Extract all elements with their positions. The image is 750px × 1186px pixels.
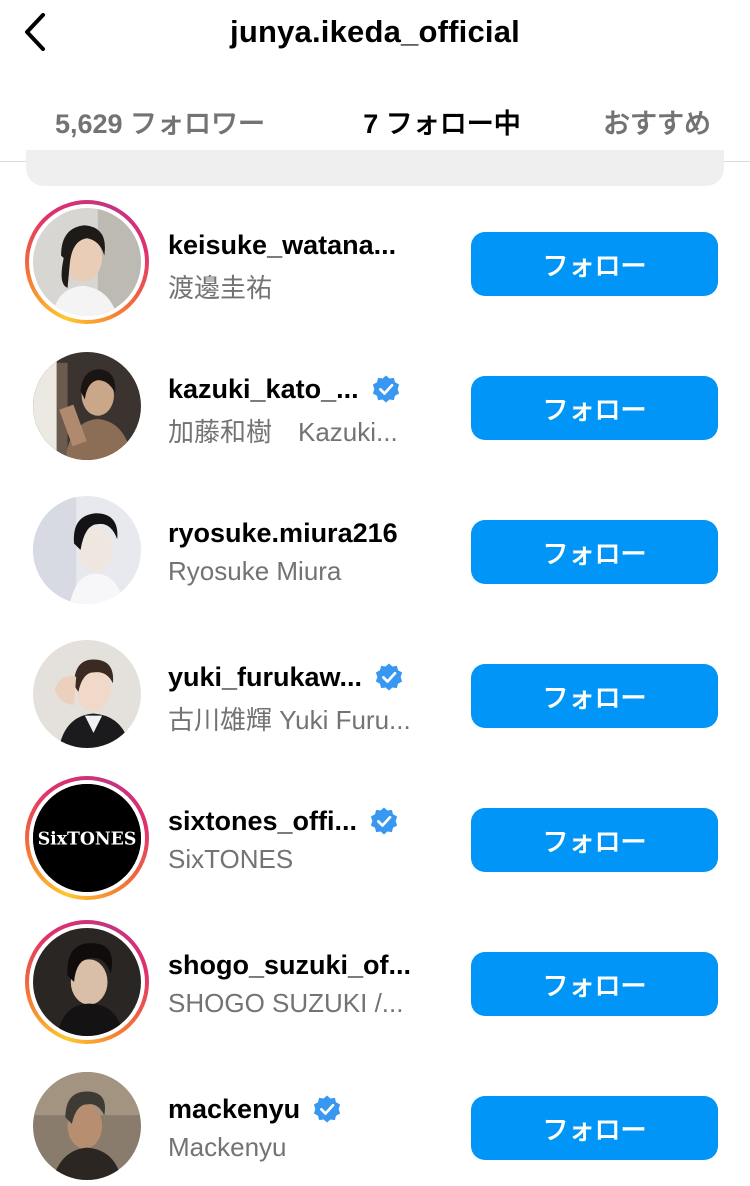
story-ring[interactable] <box>25 920 149 1044</box>
full-name: SHOGO SUZUKI /... <box>168 988 404 1018</box>
verified-badge-icon <box>375 663 403 691</box>
list-item: yuki_furukaw... 古川雄輝 Yuki Furu... フォロー <box>0 624 750 768</box>
following-list: keisuke_watana... 渡邊圭祐 フォロー kazuki_kato_… <box>0 192 750 1186</box>
list-item: mackenyu Mackenyu フォロー <box>0 1056 750 1186</box>
follow-button[interactable]: フォロー <box>471 808 718 872</box>
follow-button[interactable]: フォロー <box>471 520 718 584</box>
page-title: junya.ikeda_official <box>230 14 520 49</box>
username: shogo_suzuki_of... <box>168 949 412 980</box>
avatar: SixTONES <box>33 784 141 892</box>
full-name: 加藤和樹 Kazuki... <box>168 417 398 447</box>
verified-badge-icon <box>370 807 398 835</box>
avatar-container[interactable] <box>25 488 149 612</box>
follow-button[interactable]: フォロー <box>471 376 718 440</box>
full-name: Ryosuke Miura <box>168 556 342 586</box>
user-info[interactable]: yuki_furukaw... 古川雄輝 Yuki Furu... <box>168 660 458 737</box>
search-bar[interactable] <box>26 150 724 186</box>
user-info[interactable]: kazuki_kato_... 加藤和樹 Kazuki... <box>168 372 458 449</box>
list-item: keisuke_watana... 渡邊圭祐 フォロー <box>0 192 750 336</box>
follow-button[interactable]: フォロー <box>471 1096 718 1160</box>
list-item: SixTONES sixtones_offi... SixTONES フォロー <box>0 768 750 912</box>
user-info[interactable]: sixtones_offi... SixTONES <box>168 804 458 875</box>
list-item: kazuki_kato_... 加藤和樹 Kazuki... フォロー <box>0 336 750 480</box>
user-info[interactable]: ryosuke.miura216 Ryosuke Miura <box>168 516 458 587</box>
avatar <box>33 352 141 460</box>
avatar <box>33 208 141 316</box>
avatar-container[interactable] <box>25 344 149 468</box>
avatar <box>33 496 141 604</box>
verified-badge-icon <box>313 1095 341 1123</box>
user-info[interactable]: keisuke_watana... 渡邊圭祐 <box>168 228 458 305</box>
follow-button[interactable]: フォロー <box>471 232 718 296</box>
full-name: SixTONES <box>168 844 294 874</box>
username: sixtones_offi... <box>168 805 358 836</box>
user-info[interactable]: shogo_suzuki_of... SHOGO SUZUKI /... <box>168 948 458 1019</box>
story-ring[interactable] <box>25 200 149 324</box>
list-item: shogo_suzuki_of... SHOGO SUZUKI /... フォロ… <box>0 912 750 1056</box>
story-ring[interactable]: SixTONES <box>25 776 149 900</box>
full-name: 渡邊圭祐 <box>168 273 273 303</box>
full-name: Mackenyu <box>168 1132 287 1162</box>
follow-button[interactable]: フォロー <box>471 952 718 1016</box>
avatar-container[interactable] <box>25 632 149 756</box>
username: keisuke_watana... <box>168 229 397 260</box>
list-item: ryosuke.miura216 Ryosuke Miura フォロー <box>0 480 750 624</box>
user-info[interactable]: mackenyu Mackenyu <box>168 1092 458 1163</box>
username: mackenyu <box>168 1093 301 1124</box>
avatar <box>33 640 141 748</box>
avatar <box>33 928 141 1036</box>
username: yuki_furukaw... <box>168 661 363 692</box>
full-name: 古川雄輝 Yuki Furu... <box>168 705 411 735</box>
avatar <box>33 1072 141 1180</box>
username: kazuki_kato_... <box>168 373 359 404</box>
verified-badge-icon <box>372 375 399 403</box>
avatar-container[interactable] <box>25 1064 149 1186</box>
avatar-logo-text: SixTONES <box>38 829 137 849</box>
username: ryosuke.miura216 <box>168 517 398 548</box>
top-bar: junya.ikeda_official <box>0 0 750 64</box>
follow-button[interactable]: フォロー <box>471 664 718 728</box>
